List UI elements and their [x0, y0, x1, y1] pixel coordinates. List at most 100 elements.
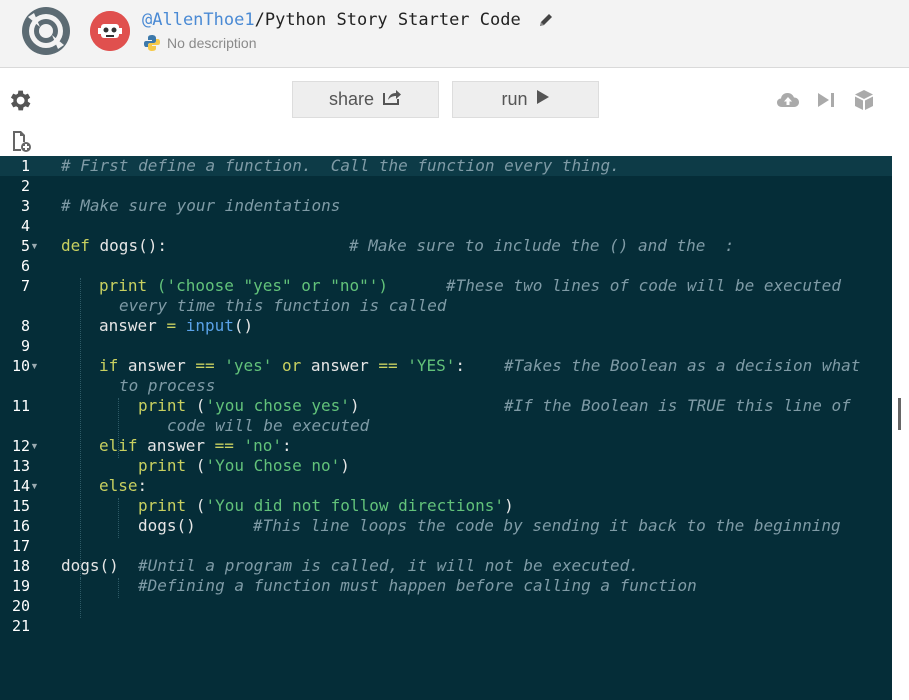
line-number: 4 — [20, 217, 30, 235]
cloud-upload-icon[interactable] — [775, 87, 801, 113]
repl-header: @AllenThoe1/Python Story Starter Code No… — [0, 0, 909, 68]
line-number: 13 — [11, 457, 30, 475]
line-number: 3 — [20, 197, 30, 215]
fold-arrow-icon[interactable]: ▼ — [30, 356, 39, 376]
code-line[interactable]: 4 — [0, 216, 892, 236]
code-line[interactable]: 3 # Make sure your indentations — [0, 196, 892, 216]
code-comment-wrap: every time this function is called — [119, 296, 447, 315]
fold-arrow-icon[interactable]: ▼ — [30, 436, 39, 456]
repl-description[interactable]: No description — [167, 35, 257, 51]
page-scrollbar[interactable] — [892, 69, 909, 700]
builtin-print: print — [138, 396, 187, 415]
operator: = — [166, 316, 177, 335]
share-label: share — [328, 89, 375, 109]
code-line[interactable]: 15 print ('You did not follow directions… — [0, 496, 892, 516]
code-text: print ('You Chose no') — [138, 456, 350, 476]
string-literal: 'you chose yes' — [205, 396, 350, 415]
paren-close: ) — [340, 456, 350, 475]
code-line[interactable]: 2 — [0, 176, 892, 196]
string-literal: 'yes' — [214, 356, 273, 375]
string-open: (' — [147, 276, 177, 295]
code-text: print ('choose "yes" or "no"') — [99, 276, 388, 296]
repl-logo-icon[interactable] — [20, 5, 72, 57]
code-line[interactable]: 17 — [0, 536, 892, 556]
code-line[interactable]: 6 — [0, 256, 892, 276]
function-call: dogs() — [138, 516, 196, 535]
line-number: 2 — [20, 177, 30, 195]
editor-toolbar: share run — [0, 69, 909, 156]
share-button[interactable]: share — [292, 81, 439, 118]
string-literal: choose "yes" or "no" — [176, 276, 369, 295]
code-line[interactable]: 19 #Defining a function must happen befo… — [0, 576, 892, 596]
repl-name[interactable]: Python Story Starter Code — [265, 10, 521, 30]
code-line[interactable]: 18 dogs() #Until a program is called, it… — [0, 556, 892, 576]
code-comment-wrap: to process — [119, 376, 216, 395]
run-button[interactable]: run — [452, 81, 599, 118]
line-number: 7 — [20, 277, 30, 295]
top-right-icons — [775, 87, 877, 113]
variable-answer: answer — [301, 356, 379, 375]
code-line-wrap[interactable]: every time this function is called — [0, 296, 892, 316]
paren-close: ) — [504, 496, 514, 515]
paren-close: ) — [349, 396, 360, 415]
code-line[interactable]: 11 print ('you chose yes') #If the Boole… — [0, 396, 892, 416]
owner-link[interactable]: @AllenThoe1 — [142, 10, 255, 30]
code-comment: # First define a function. Call the func… — [61, 156, 620, 175]
scrollbar-thumb[interactable] — [898, 398, 901, 430]
code-line[interactable]: 8 answer = input() — [0, 316, 892, 336]
code-line[interactable]: 9 — [0, 336, 892, 356]
paren-open: ( — [186, 396, 206, 415]
code-line-wrap[interactable]: to process — [0, 376, 892, 396]
package-icon[interactable] — [851, 87, 877, 113]
variable-answer: answer — [137, 436, 215, 455]
code-line[interactable]: 16 dogs() #This line loops the code by s… — [0, 516, 892, 536]
string-literal: 'YES' — [397, 356, 456, 375]
fold-arrow-icon[interactable]: ▼ — [30, 476, 39, 496]
colon: : — [137, 476, 148, 495]
line-number: 19 — [11, 577, 30, 595]
builtin-print: print — [138, 456, 187, 475]
code-line[interactable]: 14 ▼ else: — [0, 476, 892, 496]
title-separator: / — [254, 10, 265, 30]
code-line[interactable]: 1 # First define a function. Call the fu… — [0, 156, 892, 176]
code-text: def dogs(): — [61, 236, 167, 256]
pencil-icon[interactable] — [538, 12, 554, 28]
run-label: run — [501, 89, 528, 109]
new-file-icon[interactable] — [10, 130, 32, 152]
colon: : — [455, 356, 466, 375]
python-icon — [143, 34, 161, 52]
code-line[interactable]: 7 print ('choose "yes" or "no"') #These … — [0, 276, 892, 296]
keyword-if: if — [99, 356, 119, 375]
paren-open: ( — [186, 456, 206, 475]
string-close: ') — [368, 276, 388, 295]
function-signature: dogs(): — [89, 236, 167, 255]
builtin-print: print — [99, 276, 148, 295]
code-text: print ('you chose yes') — [138, 396, 360, 416]
robot-avatar-icon[interactable] — [90, 11, 130, 51]
code-line[interactable]: 13 print ('You Chose no') — [0, 456, 892, 476]
gear-icon[interactable] — [6, 87, 33, 114]
play-icon — [536, 89, 550, 110]
builtin-print: print — [138, 496, 187, 515]
code-line[interactable]: 21 — [0, 616, 892, 636]
line-number: 6 — [20, 257, 30, 275]
line-number: 8 — [20, 317, 30, 335]
line-number: 17 — [11, 537, 30, 555]
share-icon — [382, 89, 402, 110]
code-comment: #Until a program is called, it will not … — [138, 556, 639, 575]
string-literal: 'You did not follow directions' — [205, 496, 505, 515]
code-line[interactable]: 5 ▼ def dogs(): # Make sure to include t… — [0, 236, 892, 256]
code-text: if answer == 'yes' or answer == 'YES': — [99, 356, 465, 376]
code-editor[interactable]: 1 # First define a function. Call the fu… — [0, 156, 892, 700]
step-forward-icon[interactable] — [813, 87, 839, 113]
code-text: answer = input() — [99, 316, 253, 336]
code-line-wrap[interactable]: code will be executed — [0, 416, 892, 436]
code-line[interactable]: 10 ▼ if answer == 'yes' or answer == 'YE… — [0, 356, 892, 376]
fold-arrow-icon[interactable]: ▼ — [30, 236, 39, 256]
code-line[interactable]: 20 — [0, 596, 892, 616]
code-comment-wrap: code will be executed — [167, 416, 370, 435]
code-text: else: — [99, 476, 147, 496]
line-number: 9 — [20, 337, 30, 355]
line-number: 11 — [11, 397, 30, 415]
code-line[interactable]: 12 ▼ elif answer == 'no': — [0, 436, 892, 456]
